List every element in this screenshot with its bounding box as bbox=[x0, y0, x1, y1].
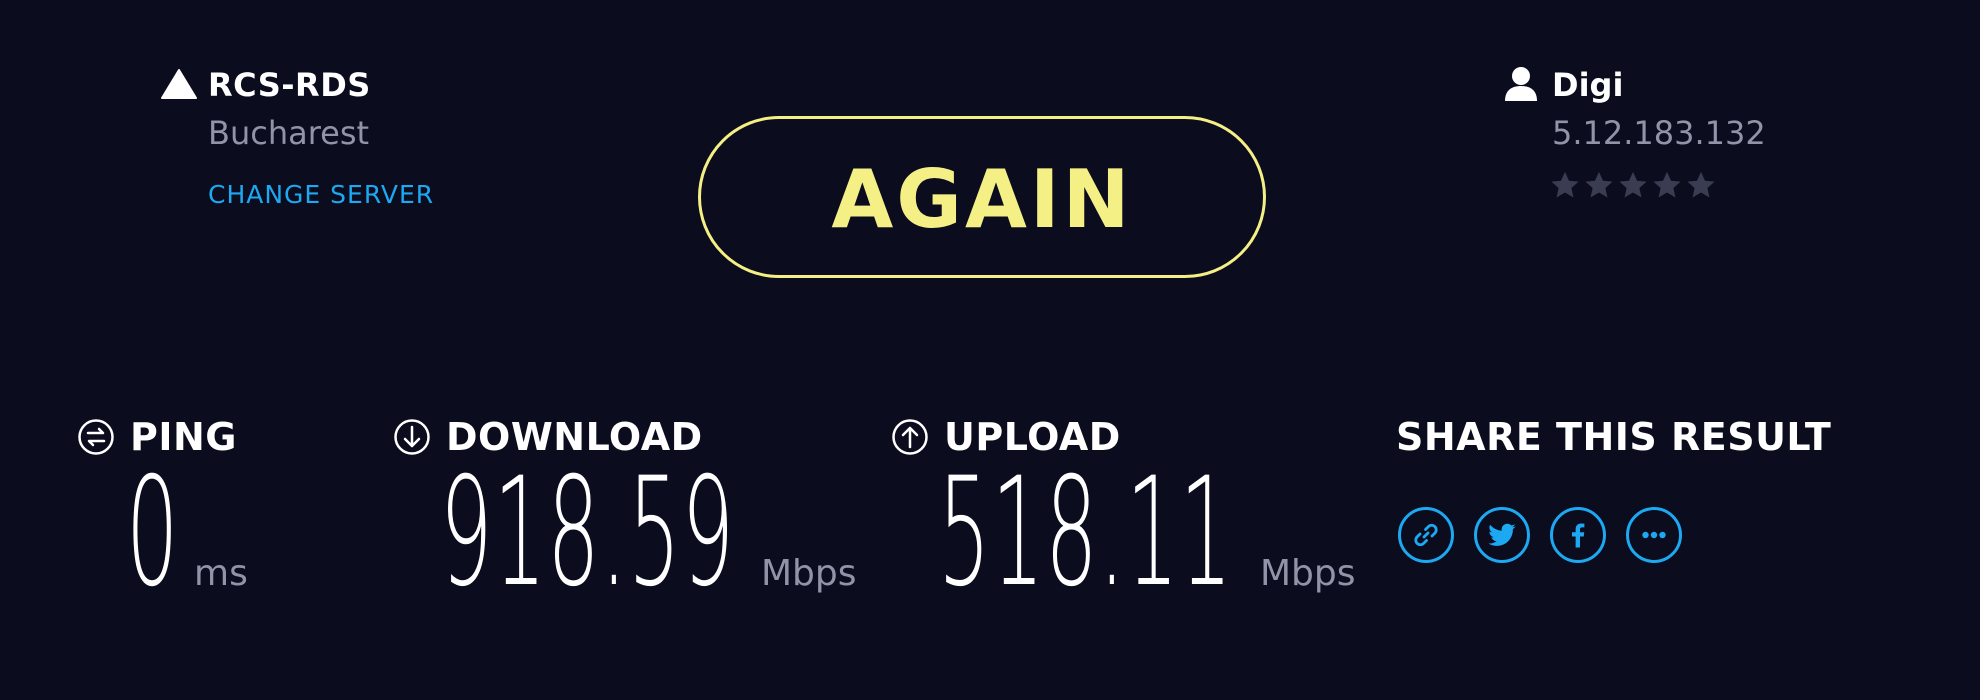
share-link-button[interactable] bbox=[1398, 507, 1454, 563]
upload-unit: Mbps bbox=[1260, 553, 1356, 594]
star-icon[interactable] bbox=[1584, 170, 1614, 200]
upload-value: 518.11 bbox=[938, 446, 1234, 620]
change-server-link[interactable]: CHANGE SERVER bbox=[208, 180, 434, 209]
star-icon[interactable] bbox=[1686, 170, 1716, 200]
server-location: Bucharest bbox=[208, 114, 370, 152]
share-more-button[interactable] bbox=[1626, 507, 1682, 563]
more-icon bbox=[1642, 531, 1666, 539]
ping-unit: ms bbox=[194, 553, 248, 594]
upload-icon bbox=[891, 418, 929, 456]
facebook-icon bbox=[1572, 523, 1585, 548]
ping-icon bbox=[77, 418, 115, 456]
star-icon[interactable] bbox=[1618, 170, 1648, 200]
provider-rating[interactable] bbox=[1550, 170, 1716, 200]
share-twitter-button[interactable] bbox=[1474, 507, 1530, 563]
server-icon bbox=[160, 68, 198, 102]
provider-name: Digi bbox=[1552, 66, 1624, 104]
link-icon bbox=[1414, 523, 1438, 547]
download-value: 918.59 bbox=[440, 446, 736, 620]
download-icon bbox=[393, 418, 431, 456]
server-name: RCS-RDS bbox=[208, 66, 371, 104]
again-button-label: AGAIN bbox=[831, 152, 1133, 246]
ping-value: 0 bbox=[126, 446, 180, 620]
again-button[interactable]: AGAIN bbox=[698, 116, 1266, 278]
download-unit: Mbps bbox=[761, 553, 857, 594]
twitter-icon bbox=[1488, 523, 1516, 546]
star-icon[interactable] bbox=[1652, 170, 1682, 200]
provider-ip: 5.12.183.132 bbox=[1552, 114, 1766, 152]
star-icon[interactable] bbox=[1550, 170, 1580, 200]
share-title: SHARE THIS RESULT bbox=[1396, 415, 1832, 459]
share-facebook-button[interactable] bbox=[1550, 507, 1606, 563]
user-icon bbox=[1504, 66, 1538, 102]
